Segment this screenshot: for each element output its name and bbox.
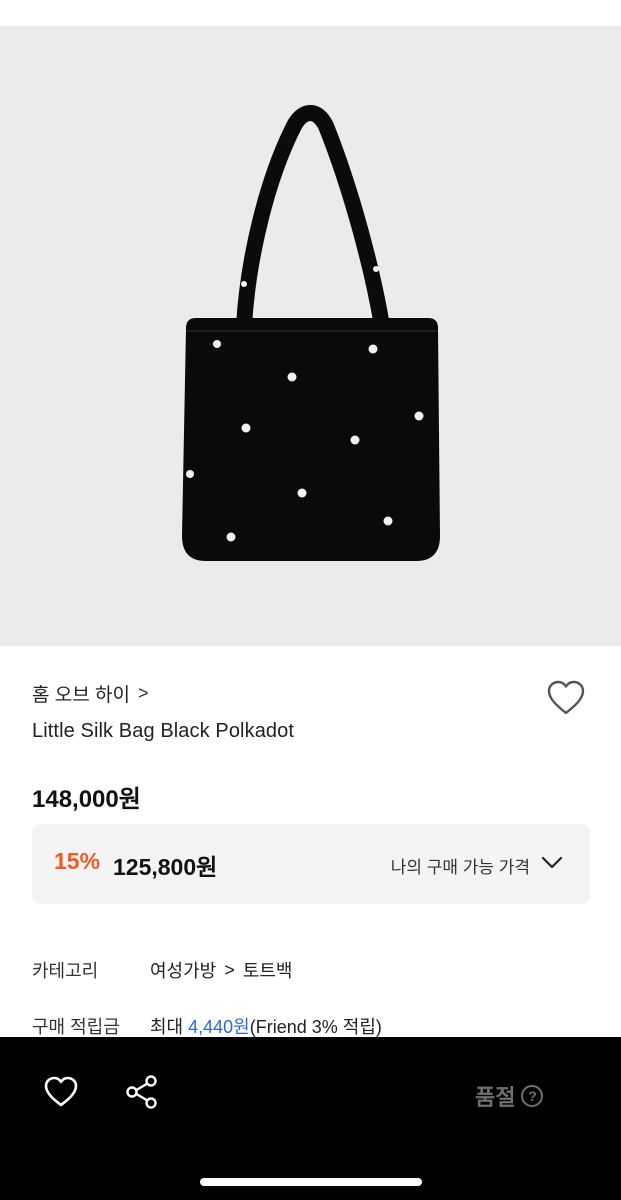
points-row: 구매 적립금 최대 4,440원 (Friend 3% 적립) — [32, 1013, 382, 1039]
product-image — [0, 26, 621, 646]
points-suffix: (Friend 3% 적립) — [249, 1017, 382, 1037]
discount-rate: 15% — [54, 848, 101, 874]
discount-price: 125,800원 — [113, 854, 218, 880]
product-title: Little Silk Bag Black Polkadot — [32, 720, 295, 742]
points-label: 구매 적립금 — [32, 1017, 120, 1037]
brand-link[interactable]: 홈 오브 하이 > — [32, 680, 148, 707]
category-child-link[interactable]: 토트백 — [243, 957, 293, 983]
home-indicator — [200, 1178, 422, 1186]
polka-dot-tote-bag-icon — [0, 26, 621, 646]
sold-out-label: 품절 — [475, 1085, 516, 1110]
points-amount: 4,440원 — [188, 1017, 250, 1037]
points-prefix: 최대 — [150, 1017, 189, 1037]
discount-price-panel[interactable]: 15% 125,800원 나의 구매 가능 가격 — [32, 824, 590, 904]
my-price-label[interactable]: 나의 구매 가능 가격 — [391, 853, 530, 878]
bottom-wishlist-button[interactable] — [44, 1075, 78, 1109]
share-icon — [126, 1075, 157, 1109]
category-separator: > — [224, 959, 235, 980]
heart-icon — [44, 1076, 78, 1107]
category-label: 카테고리 — [32, 961, 99, 981]
chevron-right-icon: > — [137, 683, 149, 703]
category-row: 카테고리 여성가방 > 토트백 — [32, 957, 292, 983]
category-parent-link[interactable]: 여성가방 — [150, 957, 216, 983]
brand-name[interactable]: 홈 오브 하이 — [32, 680, 130, 707]
help-icon[interactable]: ? — [521, 1085, 544, 1107]
status-bar — [0, 0, 621, 26]
heart-icon — [547, 680, 585, 715]
share-button[interactable] — [125, 1074, 159, 1110]
chevron-down-icon[interactable] — [540, 854, 564, 872]
bottom-action-bar — [0, 1037, 621, 1200]
wishlist-heart-button[interactable] — [546, 679, 586, 717]
sold-out-status: 품절 ? — [475, 1080, 544, 1112]
original-price: 148,000원 — [32, 786, 141, 813]
